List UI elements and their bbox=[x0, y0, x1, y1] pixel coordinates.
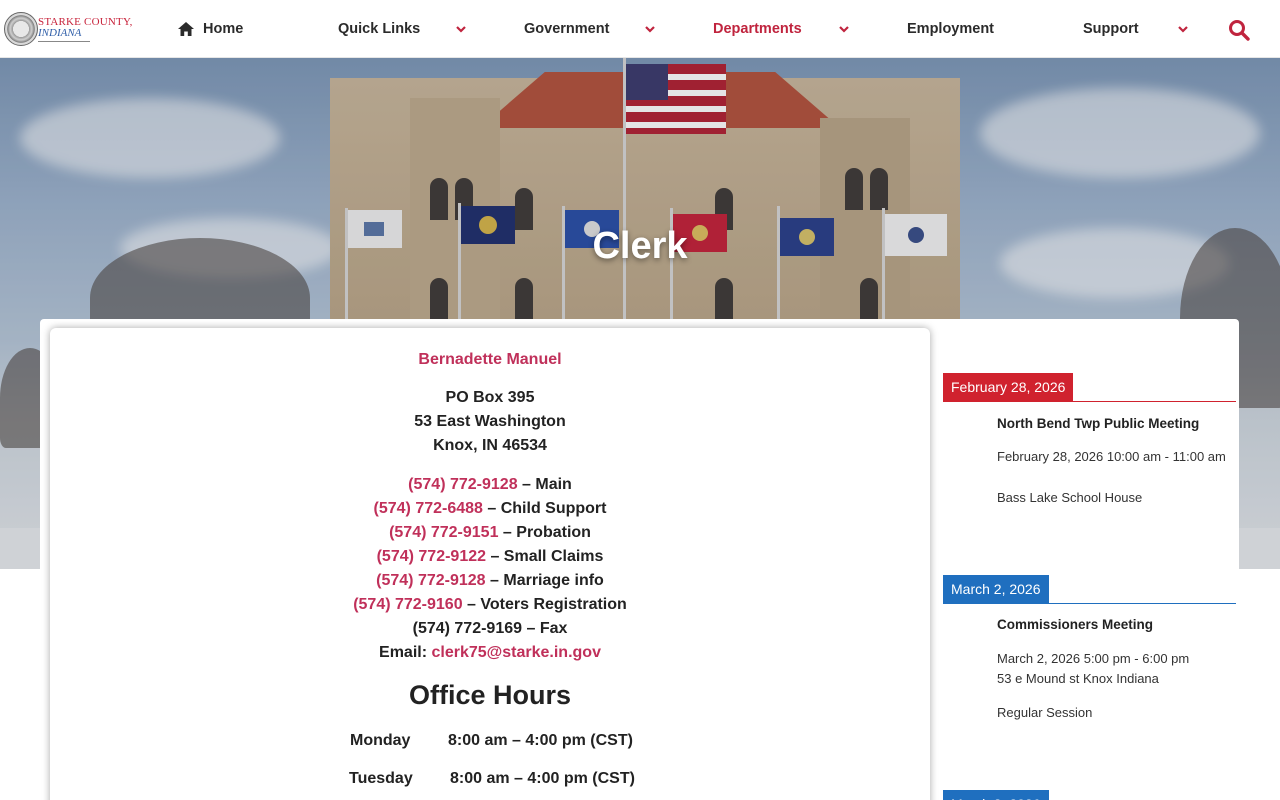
event-title-link[interactable]: North Bend Twp Public Meeting bbox=[997, 416, 1199, 431]
office-hours-heading: Office Hours bbox=[408, 680, 572, 710]
email-row: Email: clerk75@starke.in.gov bbox=[50, 641, 930, 665]
address-line: 53 East Washington bbox=[414, 413, 566, 430]
nav-government-label: Government bbox=[524, 21, 610, 37]
hours-time: 8:00 am – 4:00 pm (CST) bbox=[448, 732, 633, 749]
phone-label: – Voters Registration bbox=[462, 596, 627, 613]
logo-divider bbox=[38, 41, 90, 42]
event-date-badge: March 3, 2026 bbox=[943, 790, 1049, 800]
phone-link[interactable]: (574) 772-9128 bbox=[408, 476, 517, 493]
phone-label: – Small Claims bbox=[486, 548, 604, 565]
phone-list: (574) 772-9128 – Main (574) 772-6488 – C… bbox=[50, 473, 930, 665]
chevron-down-icon[interactable] bbox=[454, 22, 468, 36]
phone-label: – Main bbox=[517, 476, 572, 493]
clerk-name: Bernadette Manuel bbox=[418, 351, 562, 368]
home-icon bbox=[178, 22, 194, 36]
phone-row: (574) 772-9128 – Main bbox=[50, 473, 930, 497]
nav-home[interactable]: Home bbox=[178, 0, 243, 58]
event-divider bbox=[943, 603, 1236, 604]
event-date-badge: February 28, 2026 bbox=[943, 373, 1074, 401]
event-note: Regular Session bbox=[997, 705, 1093, 720]
chevron-down-icon[interactable] bbox=[643, 22, 657, 36]
nav-government[interactable]: Government bbox=[524, 0, 609, 58]
event-divider bbox=[943, 401, 1236, 402]
phone-link[interactable]: (574) 772-9160 bbox=[353, 596, 462, 613]
address-line: PO Box 395 bbox=[445, 389, 535, 406]
phone-label: – Probation bbox=[498, 524, 591, 541]
nav-departments-label: Departments bbox=[713, 21, 802, 37]
nav-support[interactable]: Support bbox=[1083, 0, 1139, 58]
chevron-down-icon[interactable] bbox=[1176, 22, 1190, 36]
phone-link[interactable]: (574) 772-9151 bbox=[389, 524, 498, 541]
phone-row: (574) 772-6488 – Child Support bbox=[50, 497, 930, 521]
email-link[interactable]: clerk75@starke.in.gov bbox=[432, 644, 601, 661]
phone-label: – Fax bbox=[522, 620, 568, 637]
email-label: Email: bbox=[379, 644, 432, 661]
address-line: Knox, IN 46534 bbox=[433, 437, 547, 454]
event-time: February 28, 2026 10:00 am - 11:00 am bbox=[997, 449, 1226, 464]
page-title: Clerk bbox=[592, 225, 688, 267]
event-title-link[interactable]: Commissioners Meeting bbox=[997, 617, 1153, 632]
event-location: Bass Lake School House bbox=[997, 490, 1143, 505]
contact-card: Bernadette Manuel PO Box 395 53 East Was… bbox=[50, 328, 930, 800]
nav-employment-label: Employment bbox=[907, 21, 995, 37]
nav-quick-links-label: Quick Links bbox=[338, 21, 421, 37]
phone-label: – Marriage info bbox=[485, 572, 604, 589]
hours-day: Monday bbox=[350, 732, 411, 749]
top-navigation: STARKE COUNTY, INDIANA Home Quick Links … bbox=[0, 0, 1280, 58]
phone-row: (574) 772-9160 – Voters Registration bbox=[50, 593, 930, 617]
phone-link[interactable]: (574) 772-6488 bbox=[374, 500, 483, 517]
nav-support-label: Support bbox=[1083, 21, 1139, 37]
event-date-badge: March 2, 2026 bbox=[943, 575, 1049, 603]
mailing-address: PO Box 395 53 East Washington Knox, IN 4… bbox=[50, 386, 930, 458]
phone-row: (574) 772-9151 – Probation bbox=[50, 521, 930, 545]
event-time: March 2, 2026 5:00 pm - 6:00 pm bbox=[997, 651, 1190, 666]
hours-day: Tuesday bbox=[349, 770, 413, 787]
search-icon[interactable] bbox=[1228, 19, 1250, 41]
phone-link[interactable]: (574) 772-9128 bbox=[376, 572, 485, 589]
county-logo[interactable]: STARKE COUNTY, INDIANA bbox=[4, 10, 132, 48]
logo-line2: INDIANA bbox=[38, 27, 82, 39]
fax-number: (574) 772-9169 bbox=[412, 620, 523, 637]
nav-employment[interactable]: Employment bbox=[907, 0, 994, 58]
phone-row: (574) 772-9128 – Marriage info bbox=[50, 569, 930, 593]
county-seal-icon bbox=[4, 12, 38, 46]
phone-label: – Child Support bbox=[482, 500, 607, 517]
hours-time: 8:00 am – 4:00 pm (CST) bbox=[450, 770, 635, 787]
nav-home-label: Home bbox=[203, 21, 244, 37]
nav-quick-links[interactable]: Quick Links bbox=[338, 0, 420, 58]
phone-link[interactable]: (574) 772-9122 bbox=[377, 548, 486, 565]
phone-row: (574) 772-9169 – Fax bbox=[50, 617, 930, 641]
phone-row: (574) 772-9122 – Small Claims bbox=[50, 545, 930, 569]
event-location: 53 e Mound st Knox Indiana bbox=[997, 671, 1159, 686]
nav-departments[interactable]: Departments bbox=[713, 0, 802, 58]
chevron-down-icon[interactable] bbox=[837, 22, 851, 36]
